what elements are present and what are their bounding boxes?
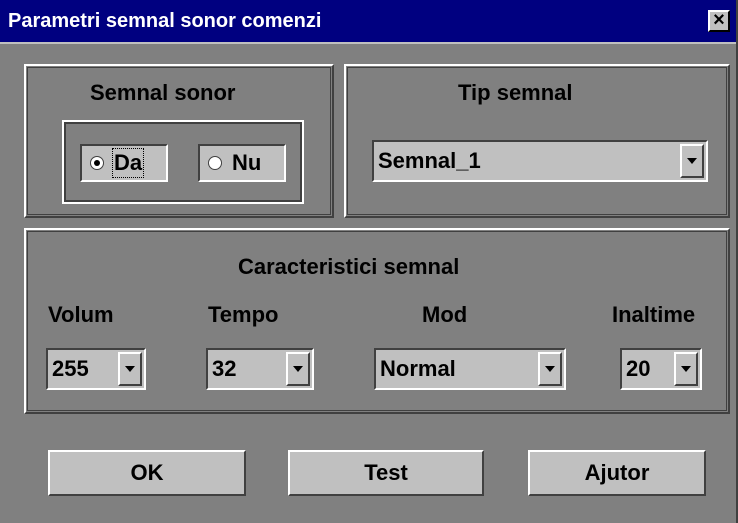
ok-button[interactable]: OK: [48, 450, 246, 496]
radio-da-indicator[interactable]: [90, 156, 104, 170]
radio-option-da[interactable]: Da: [80, 144, 168, 182]
characteristics-group: Caracteristici semnal Volum Tempo Mod In…: [24, 228, 730, 414]
test-button[interactable]: Test: [288, 450, 484, 496]
tempo-value: 32: [212, 356, 237, 381]
pitch-label: Inaltime: [612, 302, 696, 327]
type-group-title: Tip semnal: [458, 80, 573, 105]
radio-option-nu[interactable]: Nu: [198, 144, 286, 182]
pitch-value: 20: [626, 356, 651, 381]
close-button[interactable]: ×: [708, 10, 730, 32]
radio-da-label[interactable]: Da: [111, 148, 145, 178]
radio-nu-label[interactable]: Nu: [232, 150, 261, 176]
signal-type-select[interactable]: Semnal_1: [372, 140, 708, 182]
mode-select[interactable]: Normal: [374, 348, 566, 390]
radio-nu-indicator[interactable]: [208, 156, 222, 170]
volume-label: Volum: [48, 302, 114, 327]
type-group: Tip semnal Semnal_1: [344, 64, 730, 218]
mode-label: Mod: [422, 302, 468, 327]
volume-value: 255: [52, 356, 89, 381]
signal-group: Semnal sonor Da Nu: [24, 64, 334, 218]
chevron-down-icon[interactable]: [674, 352, 698, 386]
volume-select[interactable]: 255: [46, 348, 146, 390]
chevron-down-icon[interactable]: [118, 352, 142, 386]
tempo-label: Tempo: [208, 302, 279, 327]
help-button[interactable]: Ajutor: [528, 450, 706, 496]
dialog-window: Parametri semnal sonor comenzi × Semnal …: [0, 0, 738, 523]
radio-selected-dot: [94, 160, 100, 166]
signal-radio-group: Da Nu: [62, 120, 304, 204]
characteristics-title: Caracteristici semnal: [238, 254, 460, 279]
mode-value: Normal: [380, 356, 456, 381]
pitch-select[interactable]: 20: [620, 348, 702, 390]
window-title: Parametri semnal sonor comenzi: [8, 10, 322, 32]
signal-type-value: Semnal_1: [378, 148, 481, 173]
chevron-down-icon[interactable]: [680, 144, 704, 178]
chevron-down-icon[interactable]: [286, 352, 310, 386]
chevron-down-icon[interactable]: [538, 352, 562, 386]
title-bar[interactable]: Parametri semnal sonor comenzi ×: [0, 0, 736, 44]
tempo-select[interactable]: 32: [206, 348, 314, 390]
signal-group-title: Semnal sonor: [90, 80, 236, 105]
